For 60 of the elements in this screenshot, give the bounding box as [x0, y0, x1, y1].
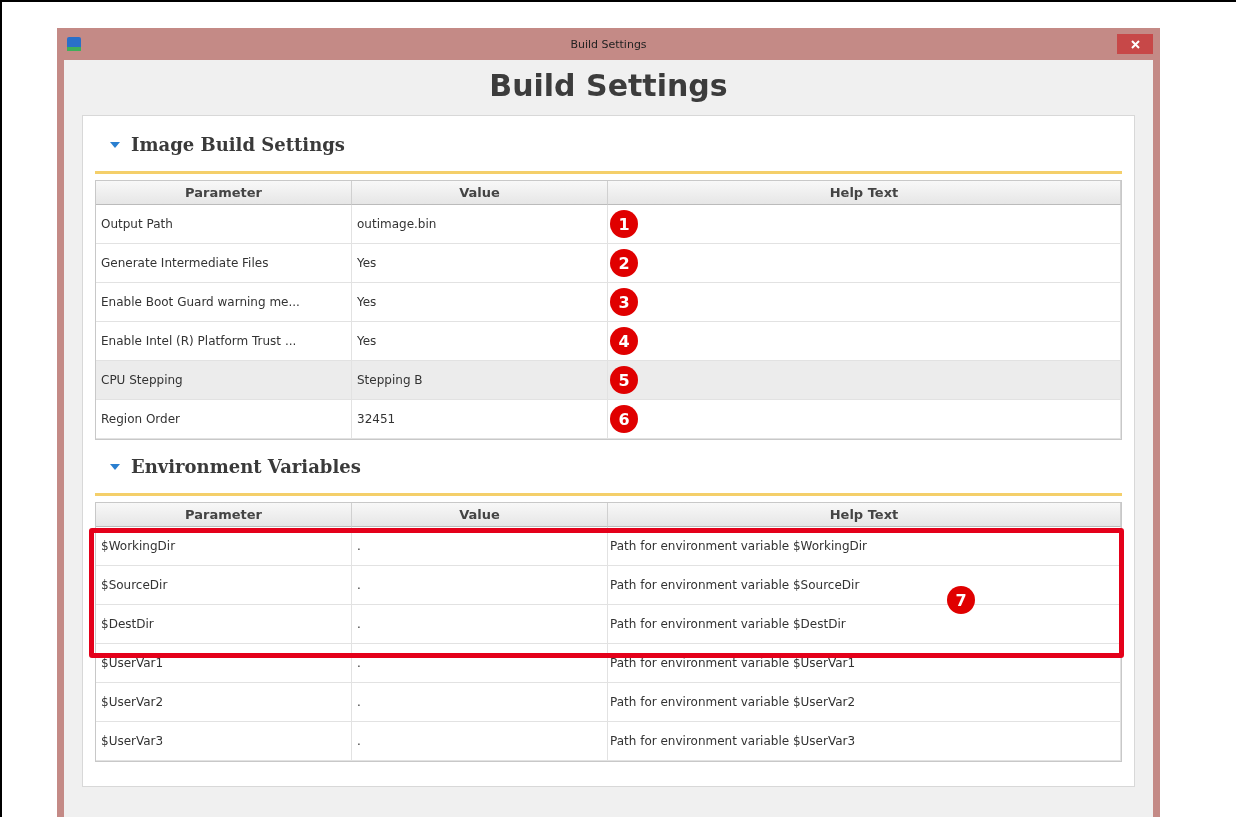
column-header[interactable]: Value [352, 181, 608, 205]
column-header[interactable]: Help Text [608, 503, 1121, 527]
table-cell: $SourceDir [101, 578, 168, 592]
callout-number: 6 [610, 405, 638, 433]
table-row[interactable]: Enable Boot Guard warning me... Yes 3 [96, 283, 1121, 322]
table-cell: $DestDir [101, 617, 154, 631]
table-cell: Yes [357, 334, 377, 348]
callout-number: 5 [610, 366, 638, 394]
table-cell: Enable Boot Guard warning me... [101, 295, 300, 309]
table-cell: Enable Intel (R) Platform Trust ... [101, 334, 297, 348]
close-button[interactable] [1117, 34, 1153, 54]
table-cell: Path for environment variable $WorkingDir [610, 539, 868, 553]
table-cell: Path for environment variable $UserVar3 [610, 734, 856, 748]
table-row[interactable]: Region Order 32451 6 [96, 400, 1121, 439]
table-cell: Path for environment variable $UserVar2 [610, 695, 856, 709]
table-row[interactable]: $UserVar2 . Path for environment variable $UserVar2 [96, 683, 1121, 722]
table-cell: $UserVar3 [101, 734, 164, 748]
table-row[interactable]: $DestDir . Path for environment variable $DestDir [96, 605, 1121, 644]
section-title[interactable]: Environment Variables [131, 456, 361, 477]
table-row[interactable]: Generate Intermediate Files Yes 2 [96, 244, 1121, 283]
table-cell: Yes [357, 295, 377, 309]
table-cell: Region Order [101, 412, 180, 426]
table-cell: Path for environment variable $SourceDir [610, 578, 860, 592]
table-cell: . [357, 695, 361, 709]
table-cell: Path for environment variable $DestDir [610, 617, 846, 631]
table-cell: outimage.bin [357, 217, 437, 231]
table-cell: $UserVar2 [101, 695, 164, 709]
expand-triangle-icon[interactable] [109, 461, 121, 472]
table-row[interactable]: Enable Intel (R) Platform Trust ... Yes 4 [96, 322, 1121, 361]
table-cell: . [357, 578, 361, 592]
window-title: Build Settings [570, 37, 647, 51]
callout-number: 3 [610, 288, 638, 316]
table-cell: . [357, 539, 361, 553]
column-header[interactable]: Parameter [96, 181, 352, 205]
table-row[interactable]: $UserVar3 . Path for environment variable $UserVar3 [96, 722, 1121, 761]
table-cell: . [357, 734, 361, 748]
callout-number: 4 [610, 327, 638, 355]
callout-number: 1 [610, 210, 638, 238]
expand-triangle-icon[interactable] [109, 139, 121, 150]
table-cell: $UserVar1 [101, 656, 164, 670]
table-cell: Generate Intermediate Files [101, 256, 269, 270]
table-row[interactable]: CPU Stepping Stepping B 5 [96, 361, 1121, 400]
column-header[interactable]: Parameter [96, 503, 352, 527]
column-header[interactable]: Value [352, 503, 608, 527]
column-header[interactable]: Help Text [608, 181, 1121, 205]
table-cell: . [357, 656, 361, 670]
dialog-heading: Build Settings [489, 68, 728, 103]
table-cell: CPU Stepping [101, 373, 183, 387]
table-cell: Yes [357, 256, 377, 270]
section-title[interactable]: Image Build Settings [131, 134, 345, 155]
table-cell: $WorkingDir [101, 539, 176, 553]
table-cell: . [357, 617, 361, 631]
table-row[interactable]: $WorkingDir . Path for environment variable $WorkingDir [96, 527, 1121, 566]
table-cell: Stepping B [357, 373, 423, 387]
table-cell: Output Path [101, 217, 173, 231]
app-icon [67, 37, 81, 51]
table-cell: 32451 [357, 412, 396, 426]
table-row[interactable]: Output Path outimage.bin 1 [96, 205, 1121, 244]
close-icon [1130, 39, 1140, 49]
callout-number: 2 [610, 249, 638, 277]
